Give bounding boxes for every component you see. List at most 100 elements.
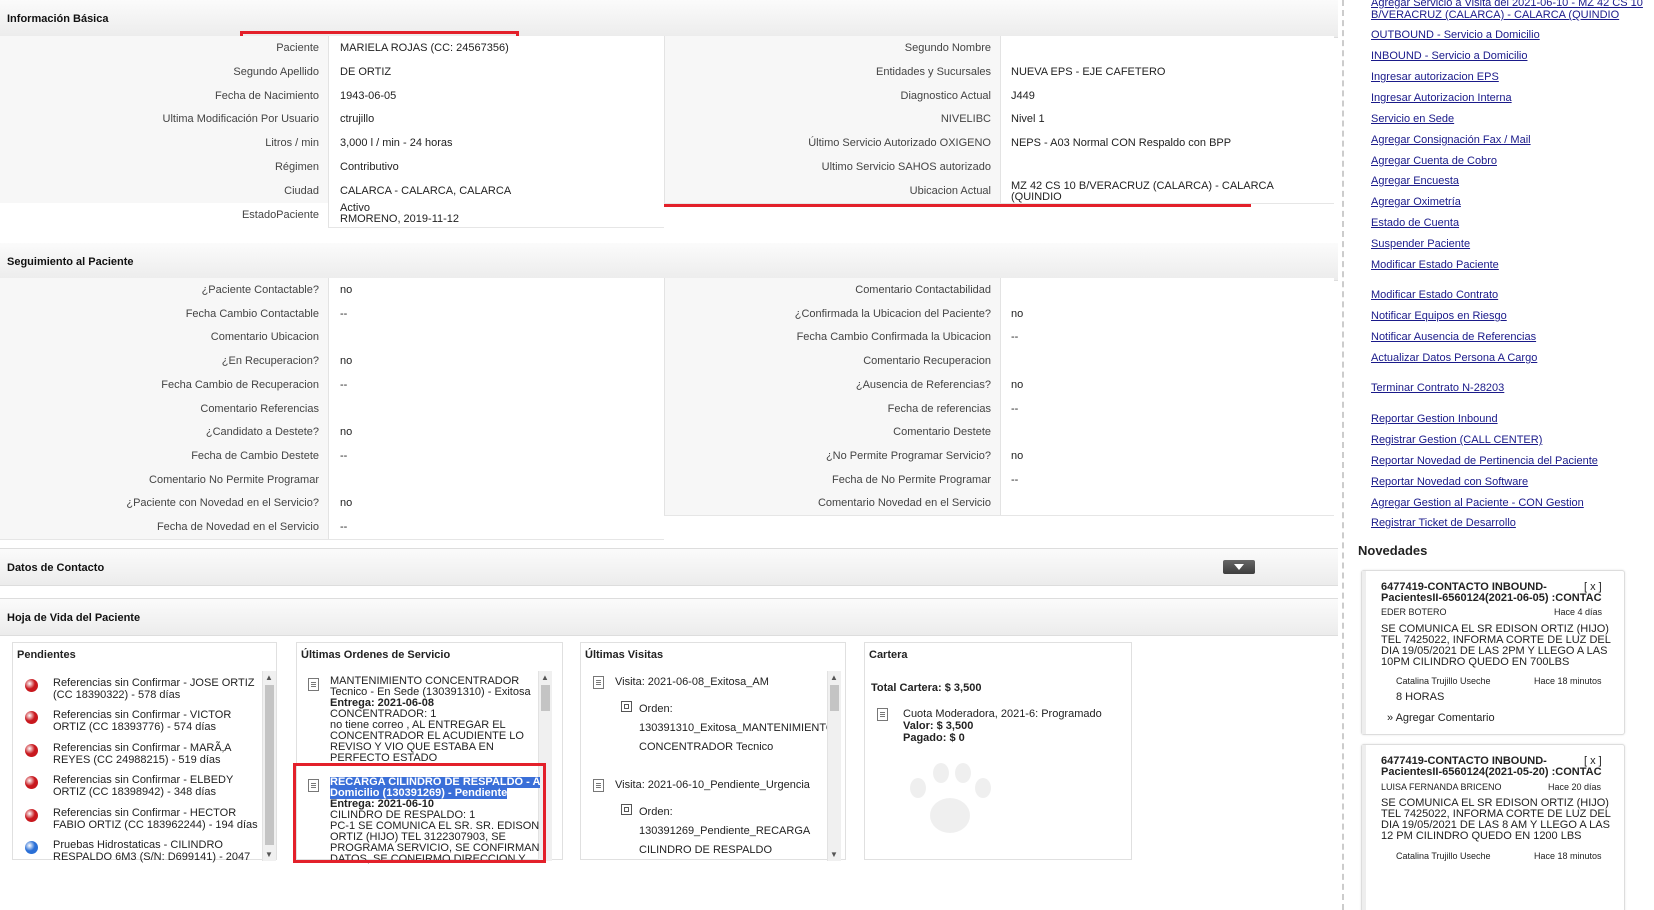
document-icon bbox=[877, 708, 888, 721]
field-label: Fecha Cambio Confirmada la Ubicacion bbox=[664, 325, 1000, 351]
sidebar-link[interactable]: Actualizar Datos Persona A Cargo bbox=[1371, 352, 1537, 364]
pendiente-line-1[interactable]: Referencias sin Confirmar - JOSE ORTIZ bbox=[53, 677, 255, 689]
field-value: ctrujillo bbox=[328, 107, 664, 133]
field-value: Nivel 1 bbox=[1000, 107, 1334, 133]
field-value: -- bbox=[1000, 467, 1334, 493]
pendientes-scrollbar[interactable]: ▲ ▼ bbox=[262, 671, 276, 861]
scroll-thumb[interactable] bbox=[265, 685, 274, 845]
field-label: ¿Ausencia de Referencias? bbox=[664, 372, 1000, 398]
sidebar-link[interactable]: Agregar Servicio a Visita del 2021-06-10… bbox=[1371, 0, 1643, 9]
document-icon bbox=[593, 676, 604, 689]
scroll-down-icon[interactable]: ▼ bbox=[830, 850, 838, 859]
pendiente-line-1[interactable]: Referencias sin Confirmar - MARÃ‚A bbox=[53, 742, 232, 754]
close-icon[interactable]: [ x ] bbox=[1584, 581, 1602, 593]
sidebar-link[interactable]: Modificar Estado Paciente bbox=[1371, 259, 1499, 271]
visita-1-title[interactable]: Visita: 2021-06-08_Exitosa_AM bbox=[615, 676, 769, 688]
field-label: Litros / min bbox=[0, 131, 328, 157]
seguimiento-row: Fecha Cambio Contactable -- ¿Confirmada la… bbox=[0, 301, 1334, 327]
visitas-panel: Últimas Visitas Visita: 2021-06-08_Exito… bbox=[580, 642, 846, 861]
field-value-line: (QUINDIO bbox=[1011, 190, 1062, 203]
scroll-thumb[interactable] bbox=[830, 685, 839, 711]
info-row: Ultima Modificación Por Usuario ctrujillo… bbox=[0, 107, 1334, 133]
field-value: no bbox=[328, 278, 664, 303]
novedad-user: EDER BOTERO bbox=[1381, 607, 1447, 617]
field-value: 1943-06-05 bbox=[328, 83, 664, 109]
orden-square-icon bbox=[621, 804, 632, 815]
novedades-title: Novedades bbox=[1358, 543, 1428, 558]
visitas-scrollbar[interactable]: ▲ ▼ bbox=[827, 671, 841, 861]
ordenes-scrollbar[interactable]: ▲ bbox=[538, 671, 552, 861]
sidebar-link[interactable]: Agregar Encuesta bbox=[1371, 175, 1459, 187]
sidebar-link[interactable]: Agregar Cuenta de Cobro bbox=[1371, 155, 1497, 167]
sidebar-link[interactable]: Terminar Contrato N-28203 bbox=[1371, 382, 1504, 394]
field-value: DE ORTIZ bbox=[328, 59, 664, 85]
field-label: Fecha de Nacimiento bbox=[0, 83, 328, 109]
visita-2-orden-a[interactable]: 130391269_Pendiente_RECARGA bbox=[639, 825, 810, 837]
field-value: CALARCA - CALARCA, CALARCA bbox=[328, 178, 664, 204]
sidebar-link[interactable]: Registrar Gestion (CALL CENTER) bbox=[1371, 434, 1542, 446]
close-icon[interactable]: [ x ] bbox=[1584, 755, 1602, 767]
field-value: NEPS - A03 Normal CON Respaldo con BPP bbox=[1000, 131, 1334, 157]
pendiente-line-1[interactable]: Referencias sin Confirmar - HECTOR bbox=[53, 807, 236, 819]
sidebar-link[interactable]: Reportar Novedad con Software bbox=[1371, 476, 1528, 488]
scroll-up-icon[interactable]: ▲ bbox=[830, 673, 838, 682]
sidebar-link[interactable]: Agregar Consignación Fax / Mail bbox=[1371, 134, 1531, 146]
sidebar-link[interactable]: OUTBOUND - Servicio a Domicilio bbox=[1371, 29, 1540, 41]
field-label: ¿Paciente con Novedad en el Servicio? bbox=[0, 491, 328, 517]
sidebar-link[interactable]: Registrar Ticket de Desarrollo bbox=[1371, 517, 1516, 529]
field-label: EstadoPaciente bbox=[0, 202, 328, 228]
scroll-thumb[interactable] bbox=[541, 685, 550, 711]
expand-contacto-button[interactable] bbox=[1223, 560, 1255, 574]
sidebar-link[interactable]: Agregar Gestion al Paciente - CON Gestio… bbox=[1371, 497, 1584, 509]
novedad-title-2: PacientesII-6560124(2021-06-05) :CONTAC bbox=[1381, 592, 1602, 604]
sidebar-link[interactable]: Notificar Equipos en Riesgo bbox=[1371, 310, 1507, 322]
status-dot-icon bbox=[25, 711, 38, 725]
field-value bbox=[328, 396, 664, 422]
cartera-title: Cartera bbox=[869, 649, 908, 661]
visita-1-orden-a[interactable]: 130391310_Exitosa_MANTENIMIENTO bbox=[639, 722, 834, 734]
sidebar-link[interactable]: Notificar Ausencia de Referencias bbox=[1371, 331, 1536, 343]
pendiente-line-2: REYES (CC 24988215) - 519 días bbox=[53, 753, 221, 766]
field-label: Comentario Recuperacion bbox=[664, 349, 1000, 375]
cartera-pagado: Pagado: $ 0 bbox=[903, 732, 965, 744]
field-label: Régimen bbox=[0, 155, 328, 180]
sidebar-link[interactable]: Estado de Cuenta bbox=[1371, 217, 1459, 229]
sidebar-link[interactable]: Reportar Novedad de Pertinencia del Paci… bbox=[1371, 455, 1598, 467]
scroll-down-icon[interactable]: ▼ bbox=[265, 850, 273, 859]
sidebar-link[interactable]: Modificar Estado Contrato bbox=[1371, 289, 1498, 301]
pendientes-title: Pendientes bbox=[17, 649, 76, 661]
field-value bbox=[328, 467, 664, 493]
section-header-info: Información Básica bbox=[0, 0, 1338, 38]
field-label: Comentario No Permite Programar bbox=[0, 467, 328, 493]
field-value: -- bbox=[328, 301, 664, 327]
pendiente-line-1[interactable]: Referencias sin Confirmar - VICTOR bbox=[53, 709, 231, 721]
field-value bbox=[1000, 278, 1334, 303]
field-value: no bbox=[1000, 301, 1334, 327]
paw-watermark-icon bbox=[905, 763, 995, 843]
comment-user: Catalina Trujillo Useche bbox=[1396, 851, 1491, 861]
pendiente-line-1[interactable]: Pruebas Hidrostaticas - CILINDRO bbox=[53, 839, 223, 851]
field-value: -- bbox=[328, 515, 664, 540]
section-header-seguimiento: Seguimiento al Paciente bbox=[0, 243, 1338, 281]
scroll-up-icon[interactable]: ▲ bbox=[265, 673, 273, 682]
sidebar-link[interactable]: INBOUND - Servicio a Domicilio bbox=[1371, 50, 1527, 62]
pendiente-line-1[interactable]: Referencias sin Confirmar - ELBEDY bbox=[53, 774, 233, 786]
seguimiento-row: ¿Candidato a Destete? no Comentario Destet… bbox=[0, 420, 1334, 446]
field-value: Contributivo bbox=[328, 155, 664, 180]
sidebar-link[interactable]: Reportar Gestion Inbound bbox=[1371, 413, 1498, 425]
sidebar-link[interactable]: Ingresar Autorizacion Interna bbox=[1371, 92, 1512, 104]
field-value: no bbox=[328, 491, 664, 517]
visita-2-title[interactable]: Visita: 2021-06-10_Pendiente_Urgencia bbox=[615, 779, 810, 791]
scroll-up-icon[interactable]: ▲ bbox=[541, 673, 549, 682]
field-value bbox=[1000, 420, 1334, 446]
sidebar-link[interactable]: Ingresar autorizacion EPS bbox=[1371, 71, 1499, 83]
field-value bbox=[1000, 349, 1334, 375]
sidebar-link[interactable]: Agregar Oximetría bbox=[1371, 196, 1461, 208]
estado-line: Activo bbox=[340, 202, 370, 214]
sidebar-link[interactable]: Suspender Paciente bbox=[1371, 238, 1470, 250]
add-comment-link[interactable]: » Agregar Comentario bbox=[1387, 712, 1495, 724]
novedad-card: 6477419-CONTACTO INBOUND- PacientesII-65… bbox=[1361, 744, 1625, 910]
sidebar-link[interactable]: Servicio en Sede bbox=[1371, 113, 1454, 125]
sidebar-link[interactable]: B/VERACRUZ (CALARCA) - CALARCA (QUINDIO bbox=[1371, 9, 1619, 21]
seguimiento-row: Fecha Cambio de Recuperacion -- ¿Ausencia … bbox=[0, 372, 1334, 398]
